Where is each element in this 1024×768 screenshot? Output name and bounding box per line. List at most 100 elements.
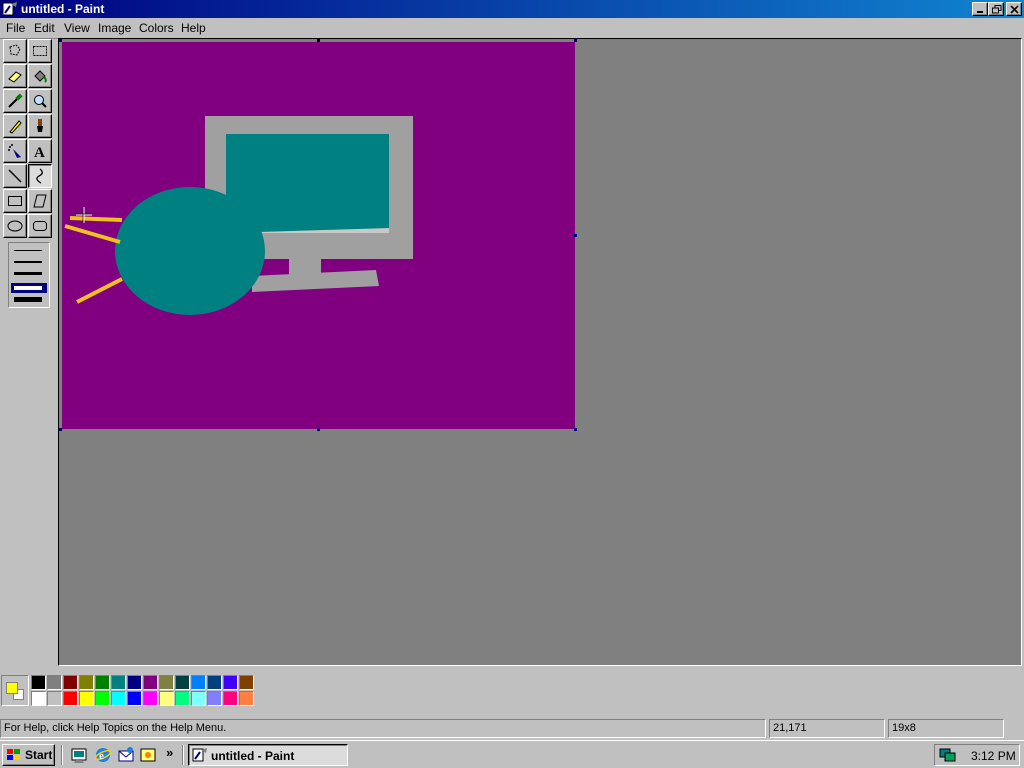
curve-icon <box>36 168 43 184</box>
text-icon: A <box>34 145 45 159</box>
close-button[interactable] <box>1006 2 1022 16</box>
system-tray: 3:12 PM <box>934 744 1020 766</box>
palette-swatch[interactable] <box>191 691 206 706</box>
free-form-select-tool[interactable] <box>3 39 27 63</box>
palette-swatch[interactable] <box>127 691 142 706</box>
palette-swatch[interactable] <box>95 691 110 706</box>
curve-tool[interactable] <box>28 164 52 188</box>
menu-colors[interactable]: Colors <box>139 21 174 35</box>
polygon-tool[interactable] <box>28 189 52 213</box>
status-coordinates: 21,171 <box>769 719 885 738</box>
palette-swatch[interactable] <box>63 691 78 706</box>
yellow-line-2 <box>69 216 123 222</box>
palette-swatch[interactable] <box>127 675 142 690</box>
palette-swatch[interactable] <box>239 675 254 690</box>
ellipse-icon <box>7 220 23 232</box>
palette-swatch[interactable] <box>79 691 94 706</box>
magnifier-icon <box>34 95 47 108</box>
palette-swatch[interactable] <box>159 691 174 706</box>
restore-icon <box>992 5 1002 14</box>
paint-app-icon <box>192 748 207 762</box>
text-tool[interactable]: A <box>28 139 52 163</box>
channels-icon[interactable] <box>139 746 157 764</box>
line-width-3[interactable] <box>14 272 42 275</box>
color-box <box>0 666 1024 716</box>
drawing-canvas[interactable] <box>62 42 575 429</box>
paint-app-icon[interactable] <box>2 1 18 17</box>
line-icon <box>8 169 22 183</box>
menu-help[interactable]: Help <box>181 21 206 35</box>
quick-launch-more-chevron[interactable]: » <box>166 745 173 760</box>
menu-file[interactable]: File <box>6 21 25 35</box>
palette-swatch[interactable] <box>175 691 190 706</box>
svg-text:e: e <box>99 750 104 762</box>
menu-view[interactable]: View <box>64 21 90 35</box>
start-label: Start <box>25 748 53 762</box>
resize-handle-bottom[interactable] <box>317 428 320 431</box>
palette-swatch[interactable] <box>143 691 158 706</box>
network-tray-icon[interactable] <box>939 747 957 763</box>
palette-swatch[interactable] <box>159 675 174 690</box>
palette-swatch[interactable] <box>239 691 254 706</box>
resize-handle-top-right <box>574 39 577 42</box>
foreground-color-swatch <box>6 682 18 694</box>
line-width-2[interactable] <box>14 261 42 263</box>
current-colors-indicator <box>1 675 29 706</box>
ellipse-tool[interactable] <box>3 214 27 238</box>
taskbar-button-paint[interactable]: untitled - Paint <box>188 744 348 766</box>
menu-edit[interactable]: Edit <box>34 21 55 35</box>
resize-handle-bottom-right[interactable] <box>574 428 577 431</box>
title-bar[interactable]: untitled - Paint <box>0 0 1024 18</box>
taskbar-clock[interactable]: 3:12 PM <box>971 749 1016 763</box>
outlook-express-icon[interactable] <box>117 746 135 764</box>
minimize-button[interactable] <box>972 2 988 16</box>
rounded-rectangle-icon <box>33 221 47 231</box>
line-width-5[interactable] <box>14 297 42 302</box>
status-help-text: For Help, click Help Topics on the Help … <box>0 719 766 738</box>
palette-swatch[interactable] <box>207 675 222 690</box>
rectangle-tool[interactable] <box>3 189 27 213</box>
line-width-1[interactable] <box>14 250 42 251</box>
pencil-tool[interactable] <box>3 114 27 138</box>
palette-swatch[interactable] <box>63 675 78 690</box>
eraser-tool[interactable] <box>3 64 27 88</box>
polygon-icon <box>33 194 47 208</box>
windows-logo-icon <box>7 749 20 760</box>
magnifier-tool[interactable] <box>28 89 52 113</box>
palette-swatch[interactable] <box>95 675 110 690</box>
rounded-rectangle-tool[interactable] <box>28 214 52 238</box>
restore-button[interactable] <box>988 2 1004 16</box>
internet-explorer-icon[interactable]: e <box>94 746 112 764</box>
palette-swatch[interactable] <box>143 675 158 690</box>
menu-image[interactable]: Image <box>98 21 131 35</box>
line-width-4-selected[interactable] <box>11 283 47 293</box>
resize-handle-top <box>317 39 320 42</box>
palette-swatch[interactable] <box>223 675 238 690</box>
resize-handle-top-left <box>59 39 62 42</box>
palette-swatch[interactable] <box>47 691 62 706</box>
select-tool[interactable] <box>28 39 52 63</box>
rectangle-select-icon <box>33 46 47 56</box>
start-button[interactable]: Start <box>2 744 55 766</box>
airbrush-tool[interactable] <box>3 139 27 163</box>
palette-swatch[interactable] <box>191 675 206 690</box>
canvas-work-area[interactable] <box>58 38 1022 666</box>
status-selection-size: 19x8 <box>888 719 1004 738</box>
resize-handle-right[interactable] <box>574 234 577 237</box>
line-tool[interactable] <box>3 164 27 188</box>
palette-swatch[interactable] <box>223 691 238 706</box>
show-desktop-icon[interactable] <box>70 746 88 764</box>
palette-swatch[interactable] <box>31 675 46 690</box>
palette-swatch[interactable] <box>111 691 126 706</box>
pencil-icon <box>9 120 22 134</box>
palette-swatch[interactable] <box>207 691 222 706</box>
palette-swatch[interactable] <box>47 675 62 690</box>
palette-swatch[interactable] <box>111 675 126 690</box>
palette-swatch[interactable] <box>31 691 46 706</box>
menu-bar: File Edit View Image Colors Help <box>0 18 1024 38</box>
fill-with-color-tool[interactable] <box>28 64 52 88</box>
palette-swatch[interactable] <box>175 675 190 690</box>
brush-tool[interactable] <box>28 114 52 138</box>
pick-color-tool[interactable] <box>3 89 27 113</box>
palette-swatch[interactable] <box>79 675 94 690</box>
